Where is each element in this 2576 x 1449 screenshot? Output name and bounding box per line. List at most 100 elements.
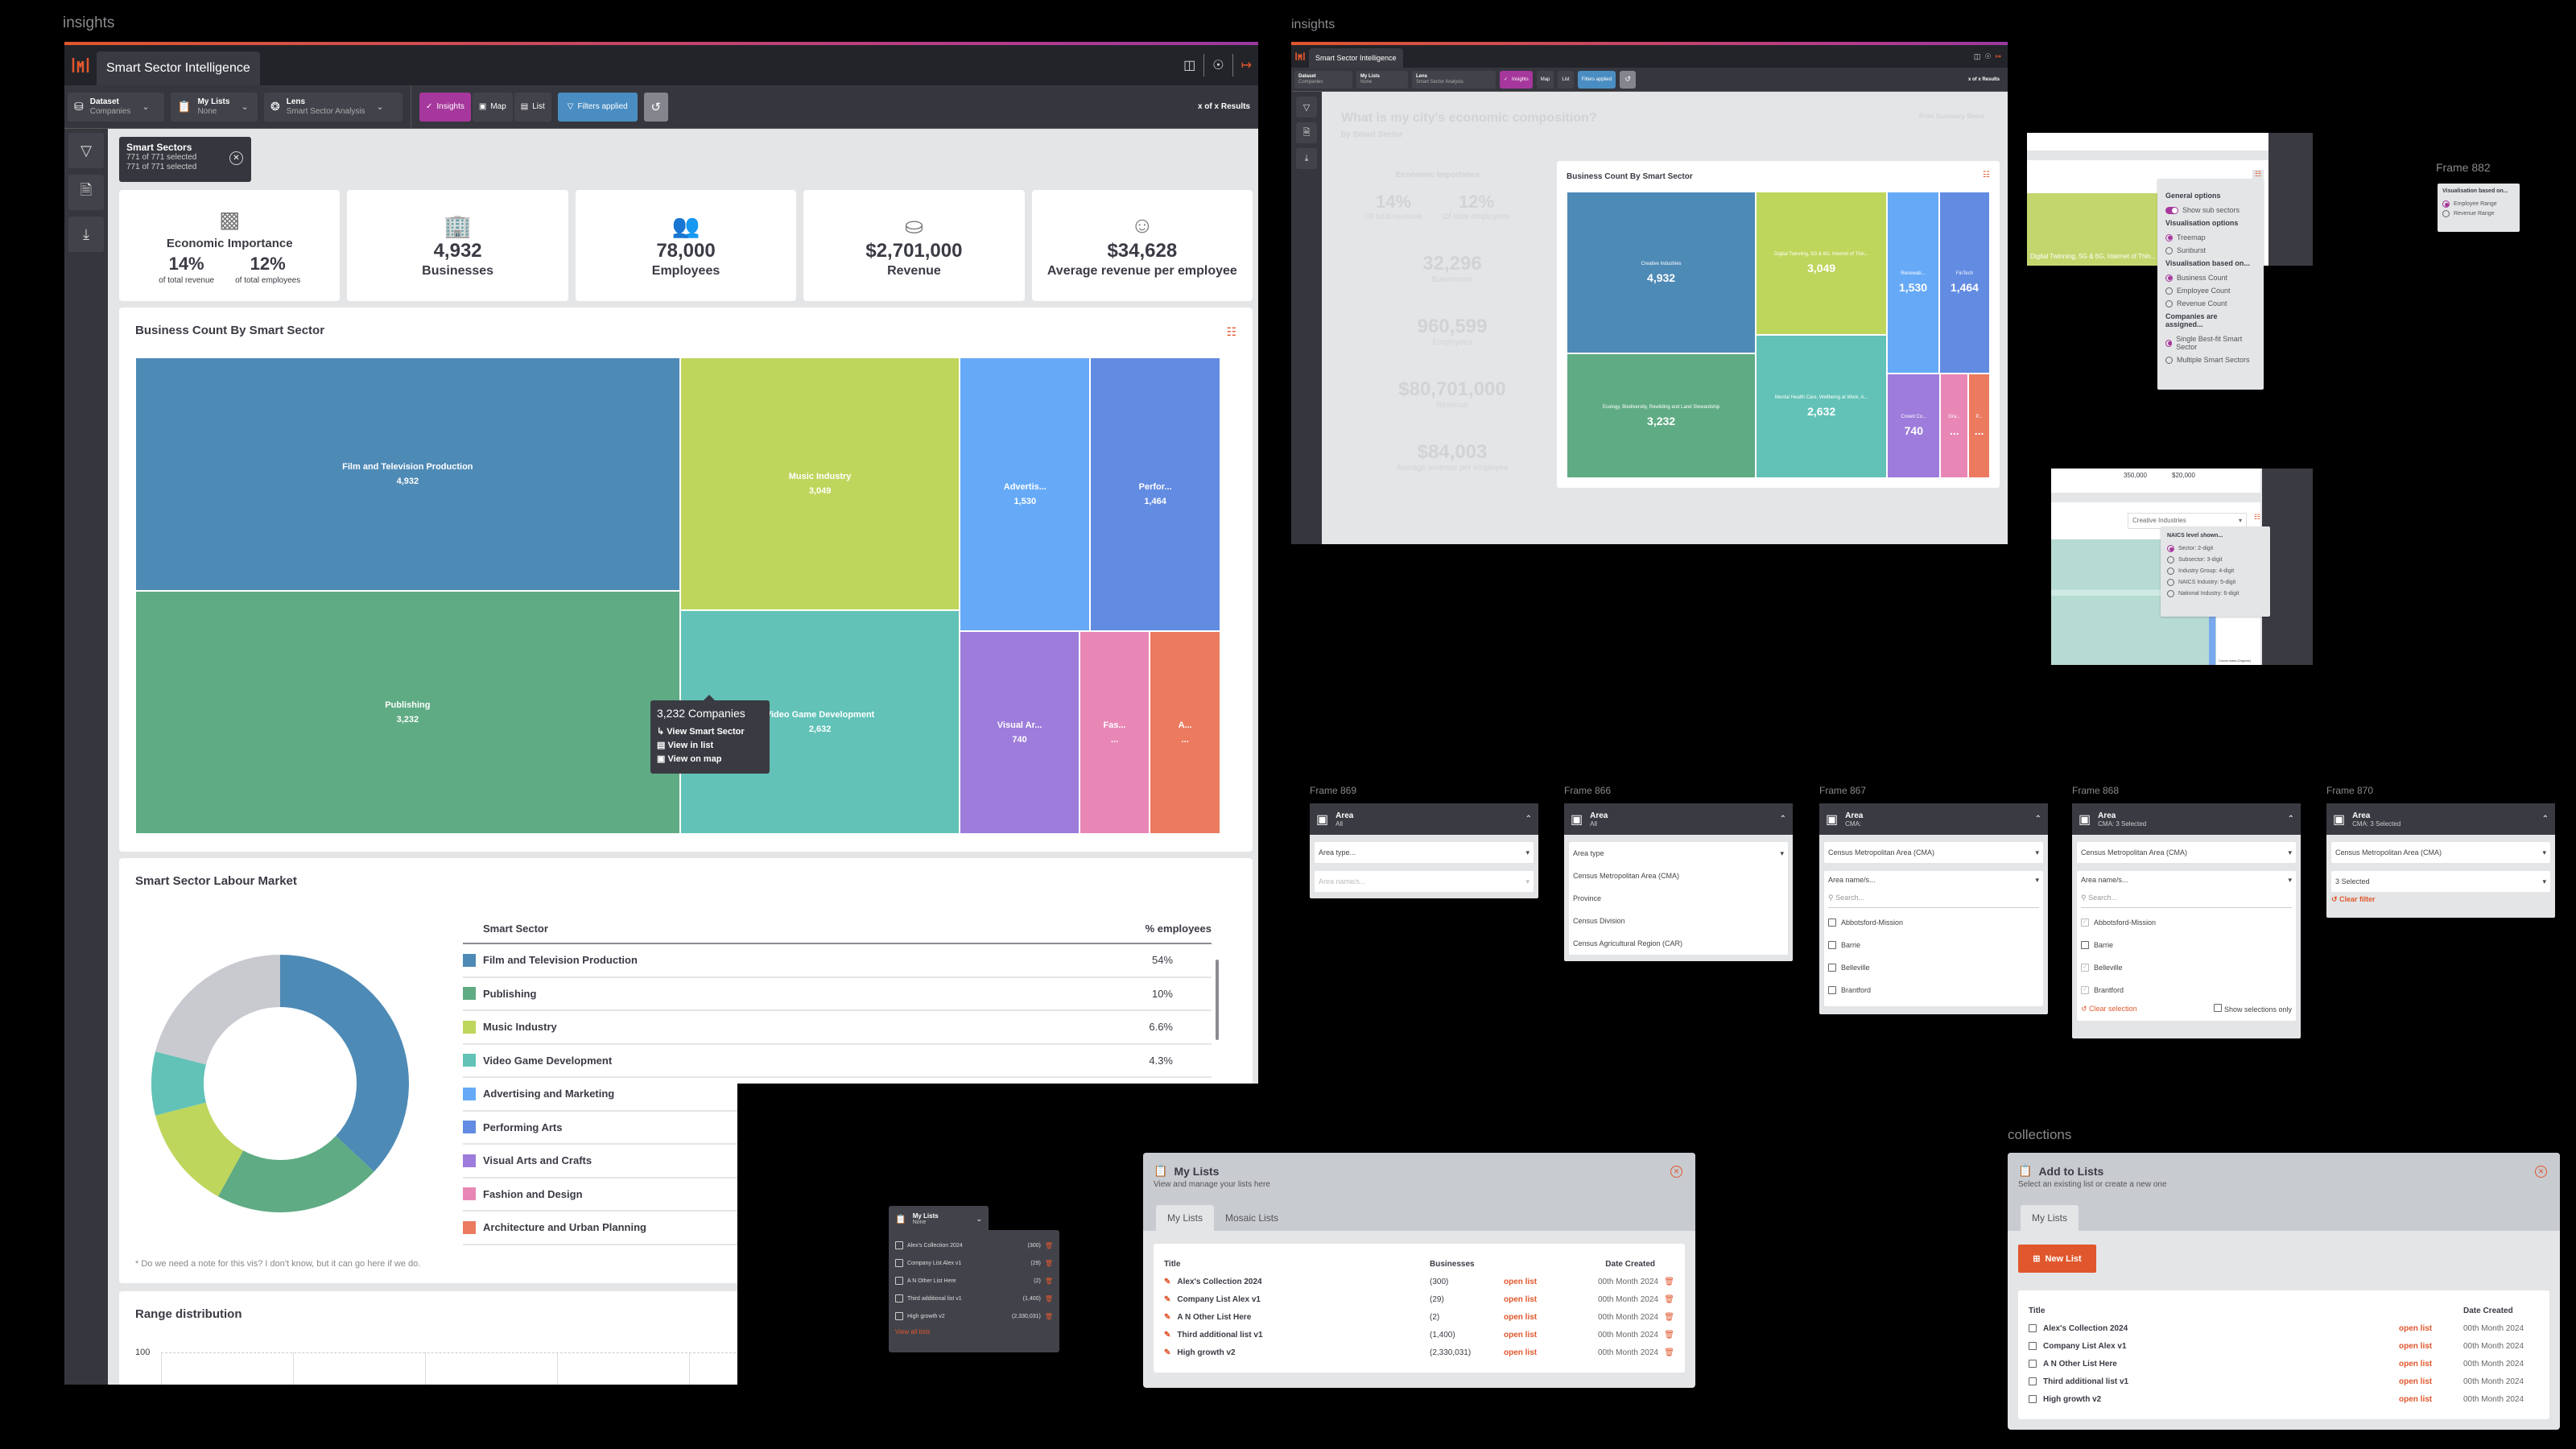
area-header[interactable]: ▣ Area All ⌃	[1310, 803, 1538, 835]
radio-business-count[interactable]: Business Count	[2165, 274, 2256, 282]
radio-employee-range[interactable]: Employee Range	[2442, 200, 2515, 208]
area-type-select[interactable]: Area type... ▾	[1315, 842, 1534, 863]
radio-treemap[interactable]: Treemap	[2165, 233, 2256, 242]
checkbox[interactable]	[1828, 941, 1836, 949]
naics-radio-option[interactable]: NAICS Industry: 5-digit	[2167, 579, 2264, 586]
map-view-button[interactable]: Map	[1536, 70, 1554, 89]
clear-selection-link[interactable]: ↺ Clear selection	[2081, 1005, 2137, 1013]
treemap-cell[interactable]: Advertis... 1,530	[960, 357, 1091, 632]
area-header[interactable]: ▣ Area All ⌃	[1564, 803, 1793, 835]
list-view-button[interactable]: List	[1558, 70, 1574, 89]
area-header[interactable]: ▣ Area CMA: 3 Selected ⌃	[2326, 803, 2555, 835]
area-type-select[interactable]: Census Metropolitan Area (CMA) ▾	[2331, 842, 2550, 863]
checkbox[interactable]	[895, 1294, 903, 1302]
treemap-cell[interactable]: A......	[1150, 631, 1220, 834]
naics-radio-option[interactable]: Industry Group: 4-digit	[2167, 568, 2264, 575]
app-title-tab[interactable]: Smart Sector Intelligence	[1309, 48, 1403, 68]
open-list-link[interactable]: open list	[2399, 1360, 2463, 1368]
settings-sliders-icon[interactable]: ☷	[2254, 513, 2260, 522]
trash-icon[interactable]: 🗑	[1045, 1260, 1053, 1267]
settings-sliders-icon[interactable]: ☷	[1983, 171, 1990, 180]
trash-icon[interactable]: 🗑	[1658, 1295, 1674, 1304]
treemap-cell[interactable]: Renewab... 1,530	[1887, 192, 1939, 374]
treemap-cell[interactable]: P......	[1968, 374, 1990, 478]
treemap-cell[interactable]: Publishing 3,232	[135, 591, 680, 834]
table-scrollbar[interactable]	[1216, 960, 1219, 1040]
tab-my-lists[interactable]: My Lists	[1156, 1205, 1215, 1231]
view-all-lists-link[interactable]: View all lists	[895, 1328, 1053, 1335]
checkbox[interactable]	[895, 1259, 903, 1267]
close-icon[interactable]: ✕	[2535, 1166, 2547, 1178]
open-list-link[interactable]: open list	[2399, 1377, 2463, 1386]
trash-icon[interactable]: 🗑	[1045, 1278, 1053, 1285]
checkbox[interactable]: ✓	[2081, 986, 2089, 994]
sidebar-download-button[interactable]: ⤓	[68, 217, 104, 252]
donut-slice[interactable]	[280, 955, 409, 1172]
new-list-button[interactable]: ⊞ New List	[2018, 1245, 2096, 1273]
treemap-cell[interactable]: Film and Television Production 4,932	[135, 357, 680, 592]
logout-icon[interactable]: ↦	[1241, 57, 1252, 73]
area-name-select[interactable]: 3 Selected ▾	[2331, 871, 2550, 892]
dataset-dropdown[interactable]: ⛁ Dataset Companies ⌄	[68, 92, 164, 122]
treemap-cell[interactable]: Digital Twinning, 5G & 6G, Internet of T…	[1756, 192, 1888, 335]
area-type-select[interactable]: Census Metropolitan Area (CMA) ▾	[1824, 842, 2043, 863]
table-row[interactable]: Film and Television Production 54%	[463, 944, 1212, 978]
search-input[interactable]: ⚲ Search...	[2081, 890, 2292, 908]
donut-slice[interactable]	[155, 955, 280, 1065]
sidebar-document-button[interactable]: 🗎	[1296, 122, 1317, 143]
trash-icon[interactable]: 🗑	[1045, 1313, 1053, 1320]
list-item[interactable]: A N Other List Here (2) 🗑	[895, 1272, 1053, 1290]
treemap-cell[interactable]: FinTech 1,464	[1938, 192, 1990, 374]
table-row[interactable]: Publishing 10%	[463, 978, 1212, 1011]
treemap-cell[interactable]: Music Industry 3,049	[679, 357, 960, 610]
treemap-cell[interactable]: Gra......	[1940, 374, 1969, 478]
app-title-tab[interactable]: Smart Sector Intelligence	[97, 52, 260, 85]
radio-revenue-range[interactable]: Revenue Range	[2442, 210, 2515, 217]
open-list-link[interactable]: open list	[1504, 1331, 1568, 1340]
area-option[interactable]: ✓ Brantford	[2081, 979, 2292, 1001]
my-lists-dropdown[interactable]: 📋 My Lists None ⌄	[171, 92, 258, 122]
treemap-cell[interactable]: Ecology, Biodiversity, Rewilding and Lan…	[1567, 353, 1757, 478]
area-header[interactable]: ▣ Area CMA: ⌃	[1819, 803, 2048, 835]
close-icon[interactable]: ✕	[229, 151, 243, 165]
smart-sectors-filter-chip[interactable]: Smart Sectors 771 of 771 selected 771 of…	[119, 137, 251, 182]
radio-sunburst[interactable]: Sunburst	[2165, 246, 2256, 254]
chat-icon[interactable]: ☉	[1212, 57, 1224, 73]
trash-icon[interactable]: 🗑	[1045, 1242, 1053, 1249]
checkbox[interactable]	[2029, 1395, 2037, 1403]
trash-icon[interactable]: 🗑	[1658, 1278, 1674, 1286]
naics-radio-option[interactable]: National Industry: 6-digit	[2167, 590, 2264, 597]
checkbox[interactable]	[895, 1312, 903, 1320]
treemap-cell[interactable]: Mental Health Care, Wellbeing at Work, A…	[1756, 335, 1888, 478]
checkbox[interactable]	[895, 1241, 903, 1249]
reset-button[interactable]: ↺	[1620, 70, 1637, 89]
area-type-option[interactable]: Census Division	[1573, 910, 1784, 932]
chat-icon[interactable]: ☉	[1984, 52, 1991, 61]
area-option[interactable]: Barrie	[1828, 934, 2039, 956]
edit-icon[interactable]: ✎	[1164, 1331, 1170, 1340]
radio-single-best-fit[interactable]: Single Best-fit Smart Sector	[2165, 335, 2256, 351]
my-lists-dropdown[interactable]: My Lists None	[1356, 70, 1408, 89]
open-list-link[interactable]: open list	[2399, 1342, 2463, 1351]
insights-view-button[interactable]: ✓ Insights	[1500, 70, 1533, 89]
area-option[interactable]: Belleville	[1828, 956, 2039, 979]
lens-dropdown[interactable]: ❂ Lens Smart Sector Analysis ⌄	[264, 92, 402, 122]
area-option[interactable]: Barrie	[2081, 934, 2292, 956]
show-sub-sectors-toggle[interactable]: Show sub sectors	[2165, 206, 2256, 214]
radio-multiple-sectors[interactable]: Multiple Smart Sectors	[2165, 356, 2256, 364]
treemap-cell[interactable]: Fas......	[1079, 631, 1150, 834]
treemap-cell[interactable]: Crowd Co... 740	[1887, 374, 1941, 478]
edit-icon[interactable]: ✎	[1164, 1348, 1170, 1357]
map-view-button[interactable]: ▣ Map	[472, 92, 513, 122]
settings-sliders-icon[interactable]: ☷	[1226, 325, 1236, 339]
open-list-link[interactable]: open list	[2399, 1324, 2463, 1333]
area-name-select[interactable]: Area name/s... ▾	[1315, 871, 1534, 892]
table-row[interactable]: Music Industry 6.6%	[463, 1011, 1212, 1045]
view-in-list-action[interactable]: ▤ View in list	[657, 740, 763, 750]
naics-radio-option[interactable]: Sector: 2-digit	[2167, 545, 2264, 552]
area-type-select[interactable]: Census Metropolitan Area (CMA) ▾	[2077, 842, 2296, 863]
trash-icon[interactable]: 🗑	[1658, 1348, 1674, 1357]
checkbox[interactable]: ✓	[2081, 964, 2089, 972]
radio-employee-count[interactable]: Employee Count	[2165, 287, 2256, 295]
area-type-option[interactable]: Census Agricultural Region (CAR)	[1573, 932, 1784, 955]
